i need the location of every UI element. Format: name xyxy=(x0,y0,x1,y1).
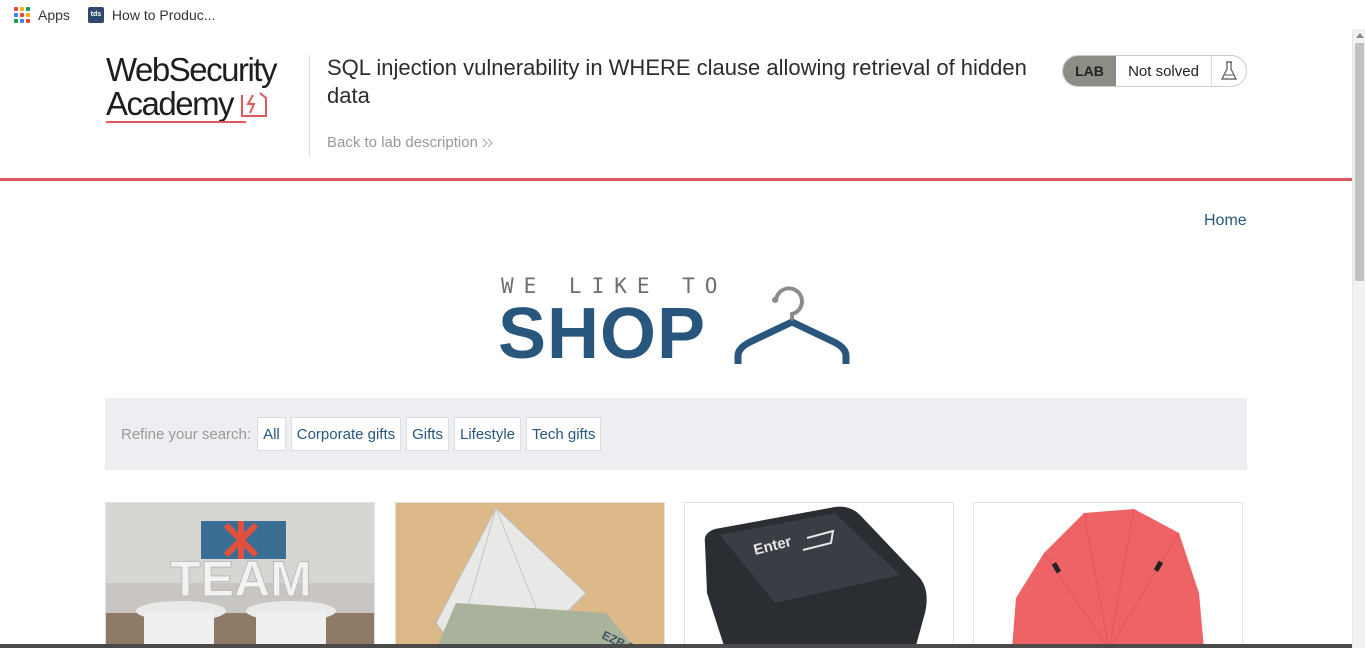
search-filters: Refine your search: All Corporate gifts … xyxy=(105,398,1247,470)
filter-lifestyle[interactable]: Lifestyle xyxy=(453,417,522,451)
red-umbrella-image xyxy=(974,503,1242,647)
product-card[interactable]: TEAM xyxy=(105,502,375,648)
header-divider xyxy=(309,55,310,157)
shop-logo: WE LIKE TO SHOP xyxy=(498,272,855,374)
bookmark-how-to-label: How to Produc... xyxy=(111,6,216,23)
bookmark-apps[interactable]: Apps xyxy=(14,6,70,23)
lab-badge: LAB xyxy=(1063,56,1116,86)
logo-lightning-icon xyxy=(241,92,268,117)
origami-note-image: EZB EKT xyxy=(396,503,664,647)
scroll-thumb[interactable] xyxy=(1355,43,1364,281)
web-security-academy-logo[interactable]: WebSecurity Academy xyxy=(106,53,306,125)
double-chevron-right-icon xyxy=(482,138,493,147)
lab-state: Not solved xyxy=(1116,56,1212,86)
page-scrollbar[interactable] xyxy=(1352,29,1365,648)
apps-grid-icon xyxy=(14,6,30,23)
filter-label: Refine your search: xyxy=(121,425,252,443)
product-card[interactable]: EZB EKT xyxy=(395,502,665,648)
home-link[interactable]: Home xyxy=(1204,212,1247,230)
scroll-up-arrow-icon[interactable] xyxy=(1356,33,1364,38)
bookmarks-bar: Apps tds How to Produc... xyxy=(0,0,1365,29)
shop-word: SHOP xyxy=(498,294,707,374)
filter-tech-gifts[interactable]: Tech gifts xyxy=(526,417,602,451)
lab-title: SQL injection vulnerability in WHERE cla… xyxy=(327,55,1027,108)
filter-corporate-gifts[interactable]: Corporate gifts xyxy=(290,417,402,451)
lab-status-widget: LAB Not solved xyxy=(1062,55,1247,87)
coat-hanger-icon xyxy=(734,286,850,364)
logo-underline xyxy=(106,121,246,123)
filter-gifts[interactable]: Gifts xyxy=(406,417,449,451)
bookmark-apps-label: Apps xyxy=(38,6,70,23)
team-sign-image: TEAM xyxy=(106,503,374,647)
flask-icon xyxy=(1212,56,1246,86)
bookmark-how-to[interactable]: tds How to Produc... xyxy=(87,6,216,23)
taskbar-edge xyxy=(0,644,1352,648)
product-grid: TEAM EZB EKT Enter xyxy=(105,502,1247,648)
back-to-lab-description-link[interactable]: Back to lab description xyxy=(327,134,495,151)
logo-line-1: WebSecurity xyxy=(106,51,277,88)
tds-favicon-icon: tds xyxy=(87,6,104,23)
team-text: TEAM xyxy=(170,551,312,607)
back-link-label: Back to lab description xyxy=(327,134,478,151)
product-card[interactable]: Enter xyxy=(684,502,954,648)
enter-key-image: Enter xyxy=(685,503,953,647)
filter-all[interactable]: All xyxy=(257,417,286,451)
product-card[interactable] xyxy=(973,502,1243,648)
lab-header: WebSecurity Academy SQL injection vulner… xyxy=(0,29,1352,181)
logo-line-2: Academy xyxy=(106,85,235,122)
logo-line-2-wrap: Academy xyxy=(106,87,306,121)
